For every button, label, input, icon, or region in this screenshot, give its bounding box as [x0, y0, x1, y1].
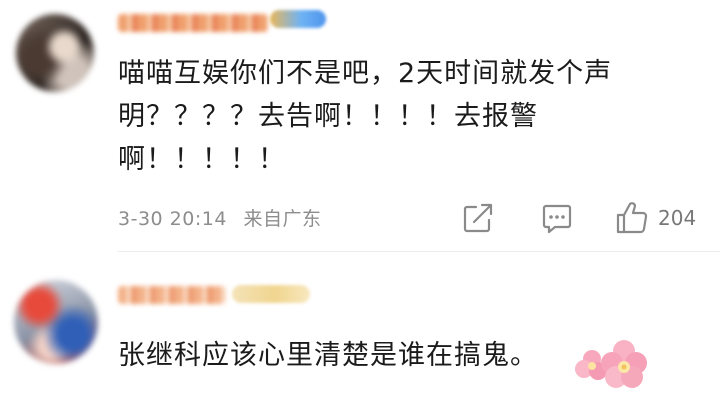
avatar[interactable]	[16, 14, 94, 92]
user-badge: ***	[270, 10, 326, 28]
comment-button[interactable]	[540, 200, 574, 236]
comment-meta: 3-30 20:14 来自广东	[118, 204, 331, 234]
like-button[interactable]: 204	[614, 200, 710, 236]
share-button[interactable]	[462, 200, 494, 236]
avatar[interactable]	[14, 280, 98, 364]
cherry-blossom-icon	[575, 340, 647, 388]
username[interactable]: **** ****	[118, 14, 268, 32]
like-count: 204	[658, 206, 697, 230]
comment-item: **** **** *** 喵喵互娱你们不是吧，2天时间就发个声明？？？？去告啊…	[0, 0, 720, 252]
user-badge: ****	[232, 285, 310, 303]
timestamp: 3-30 20:14	[118, 208, 227, 230]
share-icon	[463, 203, 493, 233]
thumbs-up-icon	[616, 202, 648, 234]
comment-text: 张继科应该心里清楚是谁在搞鬼。	[118, 340, 538, 371]
comment-text: 喵喵互娱你们不是吧，2天时间就发个声明？？？？去告啊！！！！去报警啊！！！！！	[118, 58, 613, 175]
comment-icon	[542, 204, 572, 234]
username[interactable]: **** **	[118, 286, 226, 304]
location: 来自广东	[243, 208, 322, 230]
